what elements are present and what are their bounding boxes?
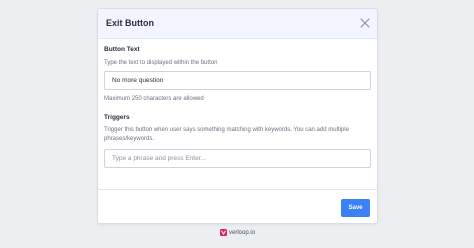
- save-button[interactable]: Save: [341, 199, 370, 217]
- brand-footer: verloop.io: [220, 229, 255, 236]
- trigger-phrase-input[interactable]: [104, 149, 371, 168]
- button-text-help: Type the text to displayed within the bu…: [104, 60, 218, 66]
- exit-button-modal: Exit Button Button Text Type the text to…: [97, 8, 378, 224]
- modal-footer: Save: [98, 189, 377, 223]
- character-limit-note: Maximum 250 characters are allowed: [104, 96, 204, 102]
- button-text-label: Button Text: [104, 46, 140, 53]
- brand-text: verloop.io: [229, 229, 256, 236]
- button-text-input[interactable]: [104, 71, 371, 90]
- modal-header: Exit Button: [98, 9, 377, 39]
- triggers-help: Trigger this button when user says somet…: [104, 127, 349, 142]
- close-icon[interactable]: [360, 18, 370, 28]
- triggers-label: Triggers: [104, 114, 130, 121]
- verloop-logo: [220, 229, 227, 236]
- modal-title: Exit Button: [106, 18, 154, 28]
